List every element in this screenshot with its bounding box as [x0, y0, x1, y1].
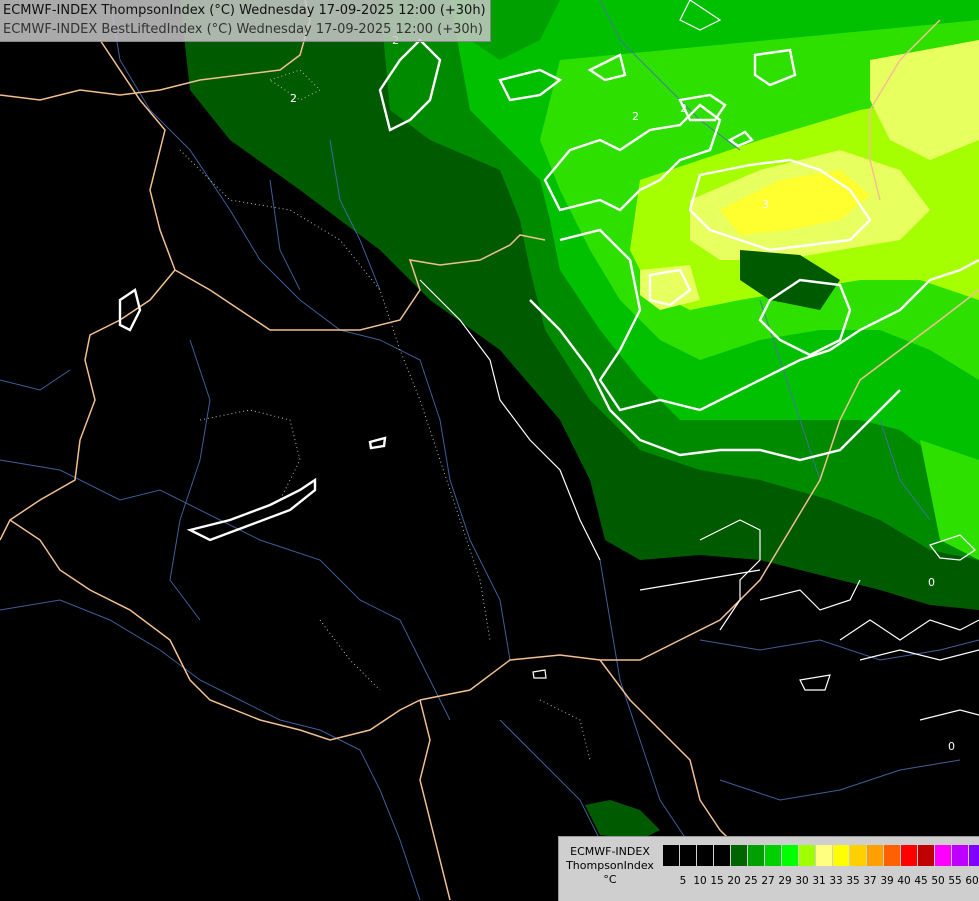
legend-model: ECMWF-INDEX	[570, 845, 650, 858]
legend-swatch	[782, 845, 799, 866]
legend-swatch	[901, 845, 918, 866]
legend-tick-label: 40	[897, 875, 911, 887]
contour-label: 2	[680, 102, 687, 115]
contour-label: 0	[948, 740, 955, 753]
legend-swatch	[799, 845, 816, 866]
legend-swatch	[663, 845, 680, 866]
legend-tick-label: 55	[948, 875, 962, 887]
legend-label: ECMWF-INDEX ThompsonIndex °C	[561, 845, 659, 887]
legend-swatches	[663, 845, 979, 866]
contour-label: 3	[762, 198, 769, 211]
legend-field: ThompsonIndex	[566, 859, 654, 872]
legend-tick-label: 5	[679, 875, 687, 887]
legend-swatch	[697, 845, 714, 866]
legend-swatch	[867, 845, 884, 866]
legend-swatch	[748, 845, 765, 866]
legend-swatch	[816, 845, 833, 866]
legend-tick-label: 25	[744, 875, 758, 887]
legend-tick-label: 45	[914, 875, 928, 887]
legend-swatch	[680, 845, 697, 866]
legend-swatch	[714, 845, 731, 866]
color-legend: ECMWF-INDEX ThompsonIndex °C 5 10 15 20 25 27…	[558, 836, 979, 901]
legend-swatch	[969, 845, 979, 866]
legend-tick-label: 15	[710, 875, 724, 887]
legend-tick-label: 60	[965, 875, 979, 887]
legend-swatch	[935, 845, 952, 866]
legend-tick-label: 30	[795, 875, 809, 887]
legend-tick-label: 29	[778, 875, 792, 887]
legend-ticks: 5 10 15 20 25 27 29 30 31 33 35 37 39 40 45 50 55 60	[663, 875, 979, 889]
title-thompson-index: ECMWF-INDEX ThompsonIndex (°C) Wednesday…	[3, 3, 486, 18]
legend-tick-label: 33	[829, 875, 843, 887]
contour-label: 0	[928, 576, 935, 589]
legend-swatch	[833, 845, 850, 866]
legend-tick-label: 35	[846, 875, 860, 887]
legend-swatch	[918, 845, 935, 866]
legend-tick-label: 27	[761, 875, 775, 887]
legend-swatch	[952, 845, 969, 866]
forecast-map: 2 2 2 3 2 0 0	[0, 0, 979, 900]
contour-label: 2	[290, 92, 297, 105]
legend-unit: °C	[603, 873, 617, 886]
legend-swatch	[884, 845, 901, 866]
legend-swatch	[850, 845, 867, 866]
legend-tick-label: 39	[880, 875, 894, 887]
map-title: ECMWF-INDEX ThompsonIndex (°C) Wednesday…	[0, 0, 491, 42]
legend-tick-label: 10	[693, 875, 707, 887]
legend-tick-label: 20	[727, 875, 741, 887]
legend-tick-label: 37	[863, 875, 877, 887]
legend-swatch	[765, 845, 782, 866]
title-best-lifted-index: ECMWF-INDEX BestLiftedIndex (°C) Wednesd…	[3, 22, 483, 37]
legend-swatch	[731, 845, 748, 866]
legend-tick-label: 50	[931, 875, 945, 887]
contour-label: 2	[632, 110, 639, 123]
legend-tick-label: 31	[812, 875, 826, 887]
